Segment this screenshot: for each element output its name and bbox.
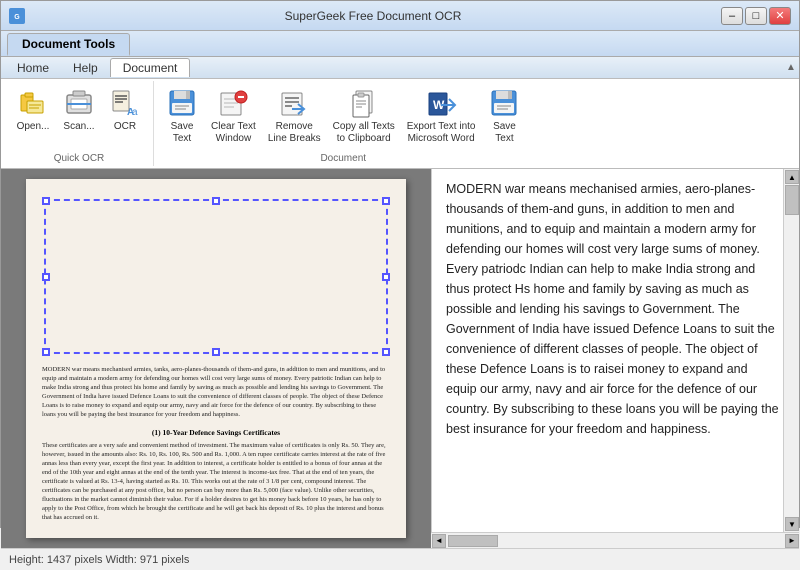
- save-text-button[interactable]: Save Text: [160, 83, 204, 149]
- h-scroll-thumb[interactable]: [448, 535, 498, 547]
- handle-tl[interactable]: [42, 197, 50, 205]
- open-icon: [17, 87, 49, 119]
- document-page: MODERN war means mechanised armies, tank…: [26, 179, 406, 538]
- scroll-right-btn[interactable]: ►: [785, 534, 799, 548]
- ocr-icon: A a: [109, 87, 141, 119]
- title-bar-left: G: [9, 8, 25, 24]
- horizontal-scrollbar[interactable]: ◄ ►: [431, 532, 799, 548]
- save-text2-icon: [488, 87, 520, 119]
- scan-label: Scan...: [63, 121, 94, 133]
- quickocr-group-label: Quick OCR: [54, 151, 105, 164]
- svg-text:a: a: [132, 107, 138, 118]
- handle-ml[interactable]: [42, 273, 50, 281]
- ocr-paragraph-1: MODERN war means mechanised armies, aero…: [446, 179, 779, 439]
- scroll-up-btn[interactable]: ▲: [785, 170, 799, 184]
- handle-br[interactable]: [382, 348, 390, 356]
- handle-bm[interactable]: [212, 348, 220, 356]
- open-label: Open...: [17, 121, 50, 133]
- title-bar: G SuperGeek Free Document OCR – □ ✕: [1, 1, 799, 31]
- tab-home[interactable]: Home: [5, 59, 61, 77]
- save-text-icon: [166, 87, 198, 119]
- doc-heading: (1) 10-Year Defence Savings Certificates: [42, 428, 390, 437]
- tab-document-tools[interactable]: Document Tools: [7, 33, 130, 56]
- ribbon-scroll-right[interactable]: ▲: [783, 58, 799, 78]
- scroll-left-btn[interactable]: ◄: [432, 534, 446, 548]
- remove-breaks-icon: [278, 87, 310, 119]
- open-button[interactable]: Open...: [11, 83, 55, 137]
- ribbon-toolbar: Open... Scan...: [1, 79, 799, 169]
- ribbon-top-tabs: Document Tools: [1, 31, 799, 57]
- window-title: SuperGeek Free Document OCR: [25, 9, 721, 23]
- copy-clipboard-icon: [348, 87, 380, 119]
- minimize-button[interactable]: –: [721, 7, 743, 25]
- document-panel: MODERN war means mechanised armies, tank…: [1, 169, 431, 548]
- copy-clipboard-button[interactable]: Copy all Textsto Clipboard: [328, 83, 400, 149]
- quickocr-items: Open... Scan...: [11, 83, 147, 151]
- svg-text:G: G: [14, 14, 20, 21]
- tab-help[interactable]: Help: [61, 59, 110, 77]
- ocr-text-panel[interactable]: MODERN war means mechanised armies, aero…: [431, 169, 799, 532]
- vertical-scrollbar[interactable]: ▲ ▼: [783, 169, 799, 532]
- save-text2-button[interactable]: SaveText: [482, 83, 526, 149]
- save-text-label: Save Text: [171, 121, 194, 145]
- content-area: MODERN war means mechanised armies, tank…: [1, 169, 799, 570]
- panels-row: MODERN war means mechanised armies, tank…: [1, 169, 799, 548]
- app-icon: G: [9, 8, 25, 24]
- ocr-label: OCR: [114, 121, 136, 133]
- export-word-icon: W: [425, 87, 457, 119]
- copy-clipboard-label: Copy all Textsto Clipboard: [333, 121, 395, 145]
- remove-breaks-button[interactable]: RemoveLine Breaks: [263, 83, 326, 149]
- scroll-thumb[interactable]: [785, 185, 799, 215]
- tab-document[interactable]: Document: [110, 58, 191, 77]
- document-group-label: Document: [320, 151, 366, 164]
- export-word-button[interactable]: W Export Text intoMicrosoft Word: [402, 83, 481, 149]
- ribbon-group-document: Save Text Clear TextWindow: [154, 81, 532, 166]
- handle-tm[interactable]: [212, 197, 220, 205]
- doc-paragraph-2: These certificates are a very safe and c…: [42, 441, 390, 523]
- clear-text-label: Clear TextWindow: [211, 121, 256, 145]
- ribbon-group-quickocr: Open... Scan...: [5, 81, 154, 166]
- scan-button[interactable]: Scan...: [57, 83, 101, 137]
- ribbon-sub-tabs: Home Help Document ▲: [1, 57, 799, 79]
- window-controls: – □ ✕: [721, 7, 791, 25]
- handle-mr[interactable]: [382, 273, 390, 281]
- handle-tr[interactable]: [382, 197, 390, 205]
- save-text2-label: SaveText: [493, 121, 516, 145]
- ocr-button[interactable]: A a OCR: [103, 83, 147, 137]
- close-button[interactable]: ✕: [769, 7, 791, 25]
- scroll-down-btn[interactable]: ▼: [785, 517, 799, 531]
- export-word-label: Export Text intoMicrosoft Word: [407, 121, 476, 145]
- handle-bl[interactable]: [42, 348, 50, 356]
- doc-paragraph-1: MODERN war means mechanised armies, tank…: [42, 365, 390, 420]
- status-bar: Height: 1437 pixels Width: 971 pixels: [1, 548, 799, 570]
- clear-text-icon: [217, 87, 249, 119]
- selection-box[interactable]: [44, 199, 388, 354]
- ocr-panel-wrap: MODERN war means mechanised armies, aero…: [431, 169, 799, 548]
- clear-text-button[interactable]: Clear TextWindow: [206, 83, 261, 149]
- scan-icon: [63, 87, 95, 119]
- remove-breaks-label: RemoveLine Breaks: [268, 121, 321, 145]
- status-text: Height: 1437 pixels Width: 971 pixels: [9, 554, 189, 566]
- document-items: Save Text Clear TextWindow: [160, 83, 526, 151]
- maximize-button[interactable]: □: [745, 7, 767, 25]
